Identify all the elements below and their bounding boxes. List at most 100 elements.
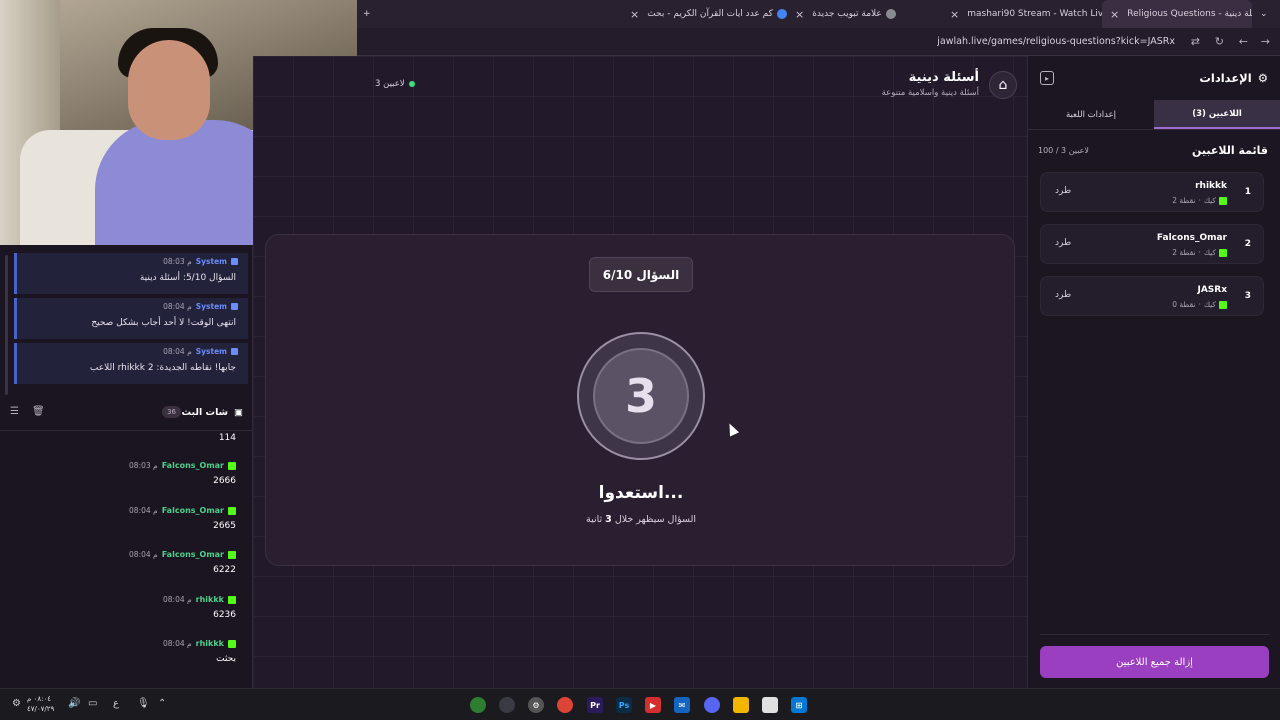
countdown-number: 3 [593, 348, 689, 444]
chat-message: 114 [219, 433, 236, 443]
tab-title: Religious Questions - أسئلة دينية [1127, 9, 1252, 19]
stream-chat-header: ☰ 🗑 36 شات البث ▣ [0, 395, 253, 431]
forward-icon[interactable]: → [1261, 35, 1270, 48]
remove-all-players-button[interactable]: إزالة جميع اللاعبين [1040, 646, 1269, 678]
trash-icon[interactable]: 🗑 [32, 406, 45, 417]
tab-search-icon[interactable]: ⌄ [1260, 0, 1280, 28]
online-players-text: 3 لاعبين [375, 79, 405, 89]
message-user[interactable]: Falcons_Omar [162, 506, 224, 515]
settings-app-icon[interactable]: ⚙ [528, 697, 544, 713]
kick-icon [228, 639, 236, 648]
countdown-ring: 3 [577, 332, 705, 460]
settings-tabs: إعدادات اللعبة اللاعبين (3) [1028, 100, 1280, 130]
premiere-icon[interactable]: Pr [587, 697, 603, 713]
kick-icon [1219, 300, 1227, 309]
translate-icon[interactable]: ⇄ [1191, 35, 1200, 48]
media-app-icon[interactable]: ▶ [645, 697, 661, 713]
message-time: 08:04 م [129, 506, 158, 515]
online-dot-icon [408, 81, 415, 87]
browser-tab-1[interactable]: × كم عدد ايات القرآن الكريم - بحث [622, 0, 807, 28]
new-tab-plus-icon[interactable]: + [363, 0, 383, 28]
chat-count-badge: 36 [162, 406, 181, 418]
browser-tab-2[interactable]: × علامة تبويب جديدة [787, 0, 937, 28]
url-text[interactable]: jawlah.live/games/religious-questions?ki… [937, 36, 1175, 47]
message-text: اللاعب rhikkk جابها! نقاطه الجديدة: 2 [89, 363, 236, 373]
file-explorer-icon[interactable] [733, 697, 749, 713]
collapse-panel-icon[interactable]: ▸ [1040, 71, 1054, 85]
browser-tab-strip: + × كم عدد ايات القرآن الكريم - بحث × عل… [357, 0, 1280, 28]
kick-player-button[interactable]: طرد [1055, 186, 1071, 196]
message-user[interactable]: Falcons_Omar [162, 550, 224, 559]
appearing-prefix: السؤال سيظهر خلال [614, 514, 697, 525]
windows-start-icon[interactable]: ⊞ [791, 697, 807, 713]
player-platform: كيك [1203, 300, 1216, 309]
get-ready-heading: استعدوا... [598, 483, 684, 503]
message-user[interactable]: Falcons_Omar [162, 461, 224, 470]
player-rank: 2 [1244, 239, 1251, 249]
screen: + × كم عدد ايات القرآن الكريم - بحث × عل… [0, 0, 1280, 720]
message-author: System [195, 257, 227, 266]
player-row: 3 JASRx 0 نقطة · كيك طرد [1040, 276, 1264, 316]
message-body: 2665 [213, 521, 236, 531]
chevron-up-icon[interactable]: ⌃ [158, 698, 166, 709]
chrome-icon[interactable] [470, 697, 486, 713]
address-bar[interactable]: jawlah.live/games/religious-questions?ki… [357, 28, 1280, 56]
message-time: 08:04 م [129, 550, 158, 559]
player-row: 2 Falcons_Omar 2 نقطة · كيك طرد [1040, 224, 1264, 264]
message-user[interactable]: rhikkk [196, 595, 224, 604]
input-language-indicator[interactable]: ع [113, 698, 119, 709]
chat-message: 08:04 م rhikkk بحثت [163, 639, 236, 664]
menu-icon[interactable]: ☰ [10, 406, 19, 417]
close-tab-icon[interactable]: × [630, 8, 639, 21]
google-icon [776, 9, 787, 19]
microphone-icon[interactable]: 🎙 [137, 698, 150, 709]
system-message: 08:04 م System انتهى الوقت! لا أحد أجاب ب… [14, 298, 248, 339]
player-name: rhikkk [1195, 181, 1227, 191]
discord-icon[interactable] [704, 697, 720, 713]
chat-message: 08:04 م rhikkk 6236 [163, 595, 236, 620]
players-list-heading: قائمة اللاعبين [1192, 144, 1268, 157]
volume-icon[interactable]: 🔊 [68, 698, 80, 709]
message-time: 08:04 م [163, 639, 192, 648]
message-time: 08:03 م [129, 461, 158, 470]
player-rank: 1 [1244, 187, 1251, 197]
obs-icon[interactable] [499, 697, 515, 713]
reload-icon[interactable]: ↻ [1215, 35, 1224, 48]
close-tab-icon[interactable]: × [950, 8, 959, 21]
message-time: 08:04 م [163, 595, 192, 604]
close-tab-icon[interactable]: × [1110, 8, 1119, 21]
gear-icon: ⚙ [1257, 71, 1268, 85]
browser-tab-3[interactable]: × mashari90 Stream - Watch Live [942, 0, 1102, 28]
message-user[interactable]: rhikkk [196, 639, 224, 648]
close-tab-icon[interactable]: × [795, 8, 804, 21]
tab-game-settings[interactable]: إعدادات اللعبة [1028, 100, 1154, 129]
kick-player-button[interactable]: طرد [1055, 238, 1071, 248]
tab-title: كم عدد ايات القرآن الكريم - بحث [647, 9, 773, 19]
store-icon[interactable] [762, 697, 778, 713]
divider [1040, 634, 1269, 635]
kick-player-button[interactable]: طرد [1055, 290, 1071, 300]
scrollbar[interactable] [5, 255, 8, 395]
mail-icon[interactable]: ✉ [674, 697, 690, 713]
tab-title: mashari90 Stream - Watch Live [967, 9, 1102, 19]
question-card: السؤال 6/10 3 استعدوا... السؤال سيظهر خل… [265, 234, 1015, 566]
settings-title-text: الإعدادات [1199, 71, 1252, 85]
system-message: 08:03 م System السؤال 5/10: أسئلة دينية [14, 253, 248, 294]
photoshop-icon[interactable]: Ps [616, 697, 632, 713]
message-body: 6222 [213, 565, 236, 575]
left-chat-panel: 08:03 م System السؤال 5/10: أسئلة دينية 0… [0, 245, 253, 688]
home-icon[interactable]: ⌂ [989, 71, 1017, 99]
network-icon[interactable]: ▭ [88, 698, 97, 709]
taskbar-clock[interactable]: ٠٨:٠٤ م ٤٧/٠٧/٢٩ [27, 694, 54, 714]
browser-tab-active[interactable]: × Religious Questions - أسئلة دينية [1102, 0, 1252, 28]
chrome-browser-icon[interactable] [557, 697, 573, 713]
game-area: ⌂ أسئلة دينية أسئلة دينية واسلامية متنوع… [253, 56, 1027, 688]
game-subtitle: أسئلة دينية واسلامية متنوعة [881, 88, 979, 98]
back-icon[interactable]: ← [1239, 35, 1248, 48]
clock-date: ٤٧/٠٧/٢٩ [27, 705, 55, 713]
tab-players[interactable]: اللاعبين (3) [1154, 100, 1280, 129]
settings-gear-icon[interactable]: ⚙ [12, 698, 21, 709]
chat-title-text: شات البث [181, 407, 229, 418]
system-badge-icon [231, 303, 238, 310]
message-author: System [195, 302, 227, 311]
